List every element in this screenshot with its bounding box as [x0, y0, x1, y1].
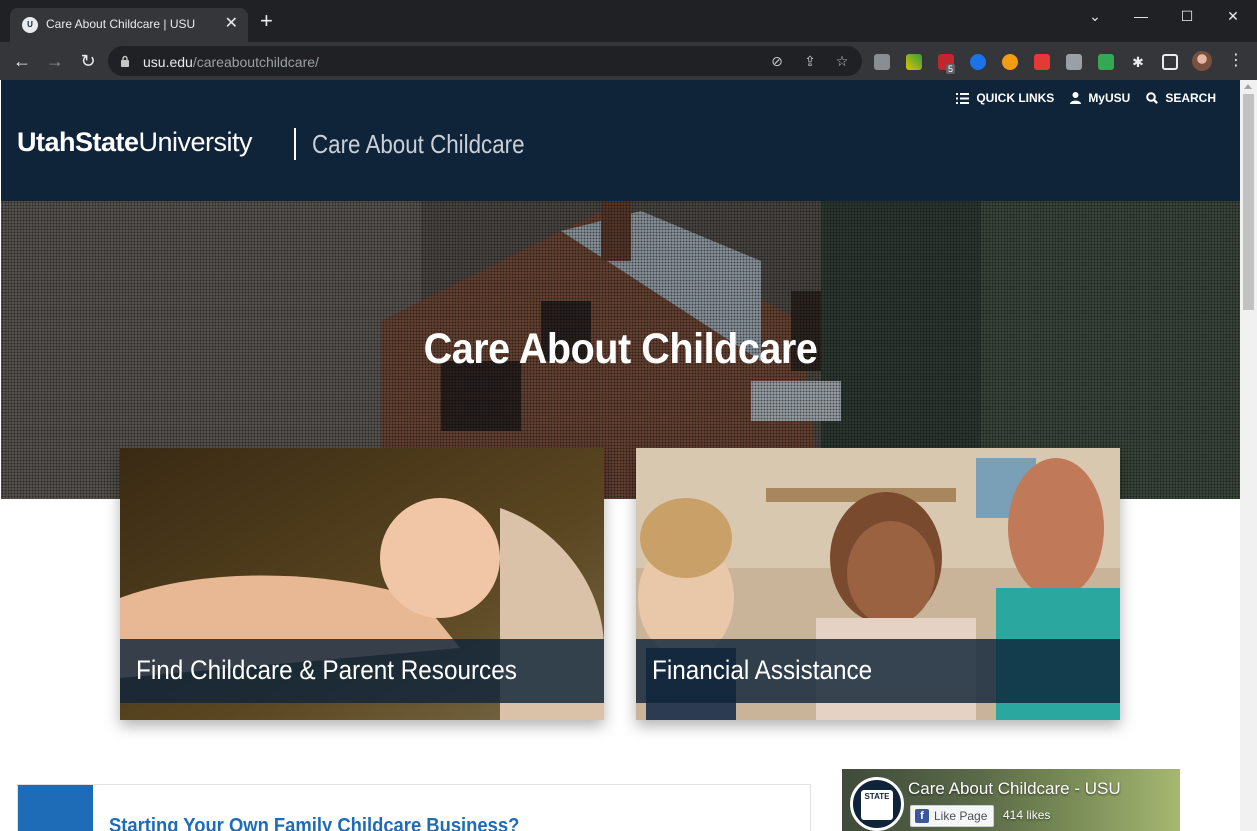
news-accent-bar	[18, 785, 93, 831]
close-window-button[interactable]: ✕	[1218, 6, 1248, 26]
logo-divider	[294, 128, 296, 160]
usu-favicon-icon: U	[22, 17, 38, 33]
scroll-up-arrow-icon[interactable]	[1244, 84, 1252, 89]
list-icon	[956, 92, 970, 104]
tab-search-chevron-icon[interactable]: ⌄	[1080, 6, 1110, 26]
search-link[interactable]: SEARCH	[1146, 91, 1216, 105]
maximize-button[interactable]: ☐	[1172, 6, 1202, 26]
bookmark-star-icon[interactable]: ☆	[833, 52, 851, 70]
profile-avatar[interactable]	[1192, 51, 1212, 71]
share-icon[interactable]: ⇪	[801, 52, 819, 70]
extension-c-icon[interactable]	[970, 54, 986, 70]
address-bar[interactable]: usu.edu/careaboutchildcare/ ⊘ ⇪ ☆	[108, 46, 862, 76]
fb-page-name[interactable]: Care About Childcare - USU	[908, 779, 1121, 799]
extension-shield-icon[interactable]	[1098, 54, 1114, 70]
forward-button[interactable]: →	[43, 50, 67, 72]
extension-r-icon[interactable]	[874, 54, 890, 70]
browser-tab-bar: U Care About Childcare | USU ✕ + ⌄ — ☐ ✕	[0, 0, 1257, 42]
browser-toolbar: ← → ↻ usu.edu/careaboutchildcare/ ⊘ ⇪ ☆ …	[0, 42, 1257, 80]
find-childcare-card[interactable]: Find Childcare & Parent Resources	[120, 448, 604, 720]
fb-like-label: Like Page	[934, 809, 988, 823]
new-tab-button[interactable]: +	[260, 10, 273, 32]
site-title-link[interactable]: Care About Childcare	[312, 129, 525, 160]
utility-nav: QUICK LINKS MyUSU SEARCH	[956, 91, 1216, 105]
facebook-page-widget[interactable]: STATE Care About Childcare - USU f Like …	[842, 769, 1180, 831]
facebook-f-icon: f	[915, 809, 929, 823]
financial-assistance-card[interactable]: Financial Assistance	[636, 448, 1120, 720]
browser-tab[interactable]: U Care About Childcare | USU ✕	[10, 8, 248, 42]
tab-title: Care About Childcare | USU	[46, 17, 196, 31]
news-title-link[interactable]: Starting Your Own Family Childcare Busin…	[109, 815, 519, 831]
page-viewport: QUICK LINKS MyUSU SEARCH UtahStateUniver…	[1, 80, 1240, 831]
quick-links-link[interactable]: QUICK LINKS	[956, 91, 1054, 105]
eye-slash-icon[interactable]: ⊘	[768, 52, 786, 70]
myusu-link[interactable]: MyUSU	[1070, 91, 1130, 105]
back-button[interactable]: ←	[10, 50, 34, 72]
extension-sun-icon[interactable]	[1002, 54, 1018, 70]
card-label: Financial Assistance	[652, 655, 873, 685]
extensions-puzzle-icon[interactable]: ✱	[1130, 54, 1146, 70]
tab-close-icon[interactable]: ✕	[225, 15, 238, 33]
usu-state-logo-icon: STATE	[850, 777, 904, 831]
fb-like-count: 414 likes	[1003, 808, 1051, 822]
url-text: usu.edu/careaboutchildcare/	[143, 54, 319, 70]
scroll-thumb[interactable]	[1243, 94, 1254, 310]
card-label: Find Childcare & Parent Resources	[136, 655, 517, 685]
site-header: QUICK LINKS MyUSU SEARCH UtahStateUniver…	[1, 80, 1240, 201]
user-icon	[1070, 92, 1082, 104]
myusu-label: MyUSU	[1088, 91, 1131, 105]
extension-hand-icon[interactable]	[1066, 54, 1082, 70]
extension-x-icon[interactable]	[906, 54, 922, 70]
search-label: SEARCH	[1165, 91, 1216, 105]
hero-title: Care About Childcare	[423, 325, 818, 373]
ublock-count-badge: 5	[946, 64, 956, 74]
news-callout[interactable]: Starting Your Own Family Childcare Busin…	[17, 784, 811, 831]
extension-video-icon[interactable]	[1034, 54, 1050, 70]
side-panel-icon[interactable]	[1162, 54, 1178, 70]
reload-button[interactable]: ↻	[76, 50, 100, 72]
lock-icon	[121, 55, 129, 67]
fb-like-page-button[interactable]: f Like Page	[910, 805, 995, 827]
quick-links-label: QUICK LINKS	[976, 91, 1055, 105]
card-caption: Financial Assistance	[636, 639, 1120, 703]
search-icon	[1146, 92, 1159, 104]
usu-logo[interactable]: UtahStateUniversity	[17, 127, 253, 158]
browser-menu-icon[interactable]: ⋮	[1228, 50, 1244, 70]
card-caption: Find Childcare & Parent Resources	[120, 639, 604, 703]
page-scrollbar[interactable]	[1240, 80, 1257, 831]
minimize-button[interactable]: —	[1126, 6, 1156, 26]
